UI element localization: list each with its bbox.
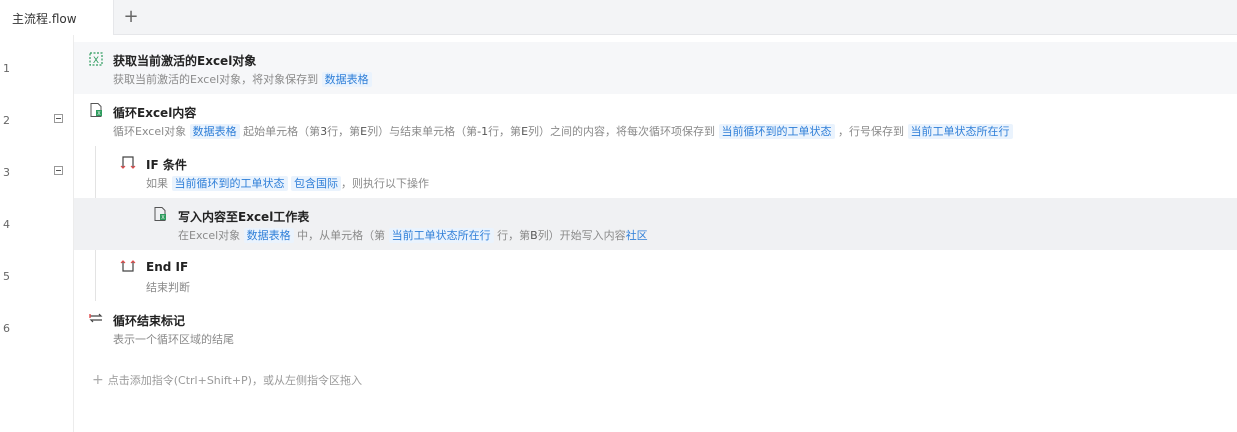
line-number: 6 [3, 322, 10, 335]
step-description: 如果 当前循环到的工单状态 包含国际 ，则执行以下操作 [146, 176, 429, 191]
line-number: 5 [3, 270, 10, 283]
svg-text:X: X [93, 56, 99, 66]
svg-text:X: X [97, 111, 101, 117]
collapse-toggle-if[interactable] [54, 166, 63, 175]
variable-chip[interactable]: 数据表格 [321, 72, 372, 87]
step-title: 循环Excel内容 [113, 106, 197, 120]
step-row-loop-end[interactable] [74, 302, 1237, 354]
line-number: 2 [3, 114, 10, 127]
variable-chip[interactable]: 当前工单状态所在行 [388, 228, 494, 243]
step-title: 循环结束标记 [113, 314, 186, 328]
excel-write-icon: X [154, 207, 166, 221]
line-number: 4 [3, 218, 10, 231]
line-gutter [0, 35, 74, 432]
variable-chip[interactable]: 当前工单状态所在行 [907, 124, 1013, 139]
loop-end-icon [89, 313, 103, 323]
excel-loop-icon: X [90, 103, 102, 117]
variable-chip[interactable]: 包含国际 [291, 176, 341, 191]
plus-icon[interactable]: + [121, 7, 141, 27]
step-row-end-if[interactable] [74, 250, 1237, 302]
variable-chip[interactable]: 当前循环到的工单状态 [171, 176, 288, 191]
tab-bar: 主流程.flow + [0, 0, 1237, 35]
tab-main-flow[interactable]: 主流程.flow [0, 0, 114, 35]
step-description: 循环Excel对象 数据表格 起始单元格（第3行，第E列）与结束单元格（第-1行… [113, 123, 1013, 139]
if-icon [120, 156, 136, 169]
step-description: 获取当前激活的Excel对象，将对象保存到 数据表格 [113, 71, 372, 87]
step-description: 在Excel对象 数据表格 中，从单元格（第 当前工单状态所在行 行，第B列）开… [178, 228, 648, 243]
step-title: IF 条件 [146, 158, 187, 172]
step-title: End IF [146, 260, 189, 274]
collapse-toggle-loop[interactable] [54, 114, 63, 123]
variable-chip[interactable]: 社区 [626, 229, 648, 242]
excel-get-icon: X [89, 52, 103, 66]
plus-icon: + [92, 372, 104, 388]
line-number: 1 [3, 62, 10, 75]
step-description: 表示一个循环区域的结尾 [113, 333, 234, 346]
end-if-icon [120, 260, 136, 272]
add-command-hint[interactable]: + 点击添加指令(Ctrl+Shift+P)，或从左侧指令区拖入 [92, 372, 362, 388]
step-title: 写入内容至Excel工作表 [178, 210, 310, 224]
variable-chip[interactable]: 当前循环到的工单状态 [718, 124, 835, 139]
svg-text:X: X [161, 215, 165, 221]
variable-chip[interactable]: 数据表格 [243, 228, 294, 243]
line-number: 3 [3, 166, 10, 179]
step-title: 获取当前激活的Excel对象 [113, 54, 257, 68]
variable-chip[interactable]: 数据表格 [189, 124, 240, 139]
step-description: 结束判断 [146, 281, 190, 294]
tab-label: 主流程.flow [12, 12, 77, 26]
